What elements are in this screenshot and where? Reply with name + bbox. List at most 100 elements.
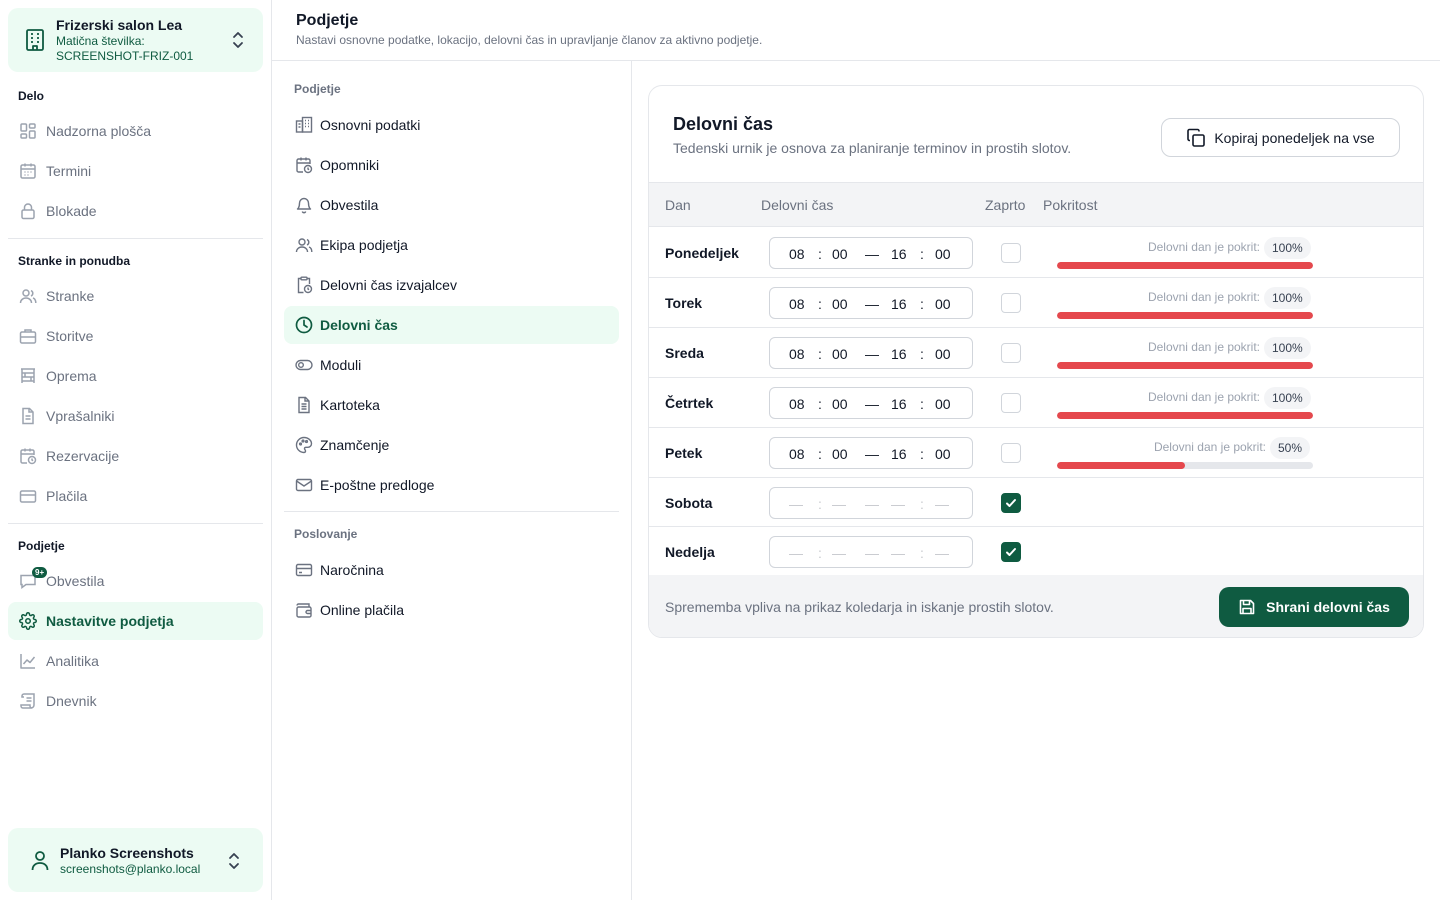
end-minute[interactable]: 00 <box>935 346 951 362</box>
settings-item-email-templates[interactable]: E-poštne predloge <box>284 466 619 504</box>
sidebar-item-questionnaires[interactable]: Vprašalniki <box>8 397 263 435</box>
sidebar-item-log[interactable]: Dnevnik <box>8 682 263 720</box>
end-hour[interactable]: 16 <box>891 446 907 462</box>
time-range-input[interactable]: —: — — —: — <box>769 487 973 519</box>
closed-checkbox[interactable] <box>1001 343 1021 363</box>
start-hour[interactable]: 08 <box>789 396 805 412</box>
time-range-input[interactable]: 08:00—16:00 <box>769 387 973 419</box>
settings-item-team[interactable]: Ekipa podjetja <box>284 226 619 264</box>
start-minute[interactable]: 00 <box>832 446 848 462</box>
time-range-input[interactable]: —: — — —: — <box>769 536 973 568</box>
start-hour[interactable]: 08 <box>789 296 805 312</box>
settings-item-basic-info[interactable]: Osnovni podatki <box>284 106 619 144</box>
sidebar-item-label: Plačila <box>46 488 88 504</box>
page-subtitle: Nastavi osnovne podatke, lokacijo, delov… <box>296 33 763 47</box>
start-hour[interactable]: 08 <box>789 246 805 262</box>
settings-nav-section-title: Poslovanje <box>294 527 358 541</box>
settings-item-working-hours[interactable]: Delovni čas <box>284 306 619 344</box>
sidebar-item-label: Nadzorna plošča <box>46 123 152 139</box>
end-hour[interactable]: 16 <box>891 396 907 412</box>
start-hour[interactable]: — <box>789 545 803 561</box>
sidebar-item-blocks[interactable]: Blokade <box>8 192 263 230</box>
range-dash: — <box>865 446 879 462</box>
end-minute[interactable]: — <box>935 545 949 561</box>
settings-item-label: Obvestila <box>320 197 379 213</box>
start-minute[interactable]: 00 <box>832 296 848 312</box>
user-menu[interactable]: Planko Screenshots screenshots@planko.lo… <box>8 828 263 892</box>
sidebar-item-label: Vprašalniki <box>46 408 115 424</box>
sidebar-item-label: Stranke <box>46 288 95 304</box>
range-dash: — <box>865 296 879 312</box>
start-minute[interactable]: 00 <box>832 246 848 262</box>
time-range-input[interactable]: 08:00—16:00 <box>769 237 973 269</box>
gear-icon <box>18 611 38 631</box>
start-hour[interactable]: — <box>789 496 803 512</box>
settings-nav-divider <box>284 511 619 512</box>
coverage-bar-fill <box>1057 462 1185 469</box>
closed-checkbox[interactable] <box>1001 243 1021 263</box>
end-hour[interactable]: 16 <box>891 246 907 262</box>
closed-checkbox[interactable] <box>1001 542 1021 562</box>
sidebar-item-dashboard[interactable]: Nadzorna plošča <box>8 112 263 150</box>
end-hour[interactable]: — <box>891 545 905 561</box>
org-switcher[interactable]: Frizerski salon Lea Matična številka: SC… <box>8 8 263 72</box>
settings-item-online-payments[interactable]: Online plačila <box>284 591 619 629</box>
sidebar-item-reservations[interactable]: Rezervacije <box>8 437 263 475</box>
sidebar-item-equipment[interactable]: Oprema <box>8 357 263 395</box>
start-minute[interactable]: — <box>832 496 846 512</box>
sidebar-item-notifications[interactable]: 9+ Obvestila <box>8 562 263 600</box>
settings-item-provider-hours[interactable]: Delovni čas izvajalcev <box>284 266 619 304</box>
time-range-input[interactable]: 08:00—16:00 <box>769 287 973 319</box>
sidebar-item-services[interactable]: Storitve <box>8 317 263 355</box>
settings-item-reminders[interactable]: Opomniki <box>284 146 619 184</box>
sidebar-item-company-settings[interactable]: Nastavitve podjetja <box>8 602 263 640</box>
start-minute[interactable]: 00 <box>832 396 848 412</box>
sidebar-item-clients[interactable]: Stranke <box>8 277 263 315</box>
end-hour[interactable]: 16 <box>891 346 907 362</box>
users-icon <box>18 286 38 306</box>
settings-item-branding[interactable]: Znamčenje <box>284 426 619 464</box>
time-range-input[interactable]: 08:00—16:00 <box>769 337 973 369</box>
settings-item-notifications[interactable]: Obvestila <box>284 186 619 224</box>
time-range-input[interactable]: 08:00—16:00 <box>769 437 973 469</box>
end-minute[interactable]: — <box>935 496 949 512</box>
chart-icon <box>18 651 38 671</box>
copy-monday-button[interactable]: Kopiraj ponedeljek na vse <box>1161 118 1400 157</box>
wallet-icon <box>18 486 38 506</box>
coverage-label: Delovni dan je pokrit: <box>1147 390 1260 404</box>
end-minute[interactable]: 00 <box>935 446 951 462</box>
lock-icon <box>18 201 38 221</box>
end-minute[interactable]: 00 <box>935 246 951 262</box>
settings-item-label: Delovni čas izvajalcev <box>320 277 457 293</box>
start-minute[interactable]: — <box>832 545 846 561</box>
sidebar-item-analytics[interactable]: Analitika <box>8 642 263 680</box>
settings-item-subscription[interactable]: Naročnina <box>284 551 619 589</box>
copy-monday-label: Kopiraj ponedeljek na vse <box>1214 129 1375 146</box>
closed-checkbox[interactable] <box>1001 443 1021 463</box>
sidebar-item-payments[interactable]: Plačila <box>8 477 263 515</box>
end-minute[interactable]: 00 <box>935 296 951 312</box>
save-working-hours-button[interactable]: Shrani delovni čas <box>1219 587 1409 627</box>
settings-item-modules[interactable]: Moduli <box>284 346 619 384</box>
start-hour[interactable]: 08 <box>789 346 805 362</box>
closed-checkbox[interactable] <box>1001 393 1021 413</box>
start-hour[interactable]: 08 <box>789 446 805 462</box>
working-hours-card: Delovni čas Tedenski urnik je osnova za … <box>648 85 1424 638</box>
end-hour[interactable]: 16 <box>891 296 907 312</box>
coverage-badge: 50% <box>1270 437 1311 459</box>
settings-nav-section-title: Podjetje <box>294 82 341 96</box>
closed-checkbox[interactable] <box>1001 493 1021 513</box>
page-title: Podjetje <box>296 12 359 29</box>
settings-item-label: Znamčenje <box>320 437 390 453</box>
coverage-label: Delovni dan je pokrit: <box>1153 440 1266 454</box>
end-minute[interactable]: 00 <box>935 396 951 412</box>
table-header: Dan Delovni čas Zaprto Pokritost <box>649 182 1423 227</box>
day-label: Četrtek <box>665 395 714 411</box>
user-name: Planko Screenshots <box>60 845 194 861</box>
settings-item-records[interactable]: Kartoteka <box>284 386 619 424</box>
closed-checkbox[interactable] <box>1001 293 1021 313</box>
sidebar-item-appointments[interactable]: Termini <box>8 152 263 190</box>
sidebar-item-label: Rezervacije <box>46 448 120 464</box>
start-minute[interactable]: 00 <box>832 346 848 362</box>
end-hour[interactable]: — <box>891 496 905 512</box>
